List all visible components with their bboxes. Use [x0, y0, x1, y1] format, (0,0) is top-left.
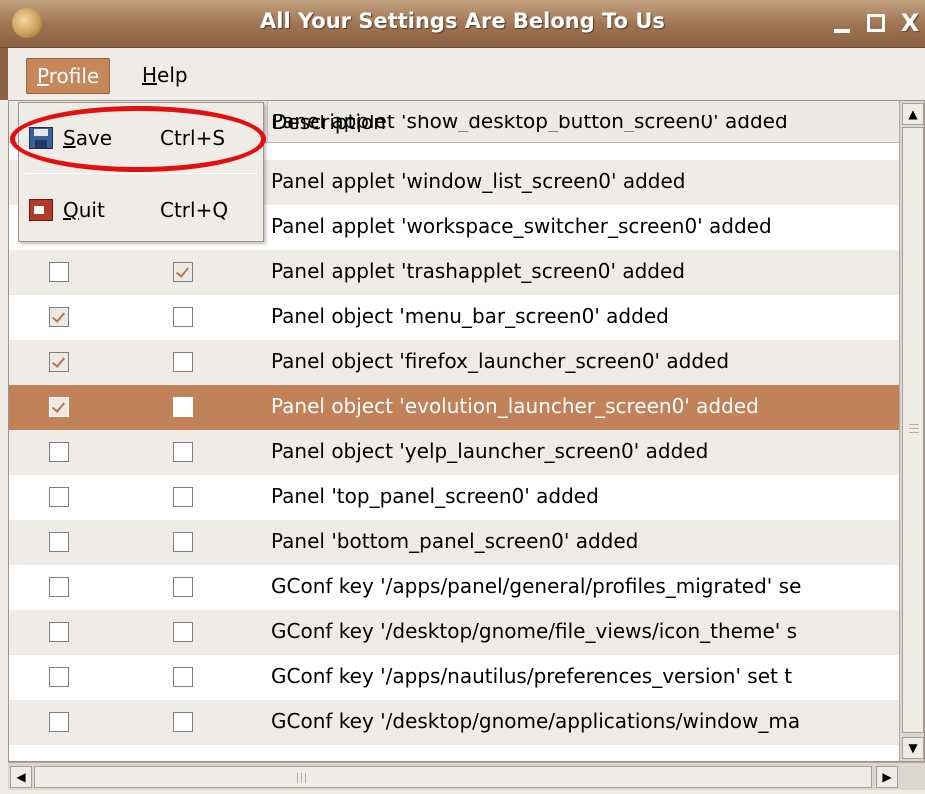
menu-item-quit-label: Quit: [63, 198, 105, 222]
row-checkbox-1[interactable]: [49, 622, 69, 642]
row-checkbox-1[interactable]: [49, 397, 69, 417]
row-checkbox-2[interactable]: [173, 487, 193, 507]
table-row[interactable]: Panel object 'evolution_launcher_screen0…: [9, 385, 899, 430]
menu-help[interactable]: Help: [132, 58, 198, 92]
title-bar[interactable]: All Your Settings Are Belong To Us X: [0, 0, 925, 48]
menu-help-mnemonic: H: [142, 63, 158, 87]
window-title: All Your Settings Are Belong To Us: [260, 9, 665, 33]
row-checkbox-1[interactable]: [49, 487, 69, 507]
minimize-button[interactable]: [830, 10, 854, 36]
grip-line: [301, 773, 302, 783]
row-checkbox-1[interactable]: [49, 442, 69, 462]
vertical-scroll-thumb[interactable]: [902, 127, 924, 733]
grip-line: [909, 424, 919, 425]
table-row[interactable]: Panel applet 'trashapplet_screen0' added: [9, 250, 899, 295]
menu-item-quit-rest: uit: [78, 198, 105, 222]
horizontal-scroll-thumb[interactable]: [34, 766, 872, 788]
row-description: Panel 'top_panel_screen0' added: [271, 484, 599, 508]
menu-help-label: elp: [157, 63, 188, 87]
row-description: GConf key '/apps/panel/general/profiles_…: [271, 574, 802, 598]
row-checkbox-2[interactable]: [173, 262, 193, 282]
scroll-right-button[interactable]: ▶: [876, 766, 898, 788]
grip-line: [909, 428, 919, 429]
row-description: Panel object 'evolution_launcher_screen0…: [271, 394, 759, 418]
row-description: Panel 'bottom_panel_screen0' added: [271, 529, 639, 553]
row-description: Panel object 'firefox_launcher_screen0' …: [271, 349, 730, 373]
row-checkbox-1[interactable]: [49, 307, 69, 327]
table-row[interactable]: Panel 'bottom_panel_screen0' added: [9, 520, 899, 565]
row-checkbox-2[interactable]: [173, 442, 193, 462]
row-checkbox-2[interactable]: [173, 352, 193, 372]
scroll-left-button[interactable]: ◀: [10, 766, 32, 788]
table-row[interactable]: Panel 'top_panel_screen0' added: [9, 475, 899, 520]
table-row[interactable]: GConf key '/desktop/gnome/applications/w…: [9, 700, 899, 745]
row-description: Panel applet 'trashapplet_screen0' added: [271, 259, 685, 283]
grip-line: [909, 432, 919, 433]
row-description: Panel object 'yelp_launcher_screen0' add…: [271, 439, 709, 463]
menu-item-quit-accelerator: Ctrl+Q: [160, 198, 229, 222]
menu-bar: Profile Help: [0, 48, 925, 100]
row-description: Panel applet 'show_desktop_button_screen…: [271, 115, 788, 132]
menu-separator: [25, 173, 257, 174]
maximize-button[interactable]: [864, 10, 888, 36]
row-checkbox-2[interactable]: [173, 532, 193, 552]
table-row[interactable]: Panel object 'firefox_launcher_screen0' …: [9, 340, 899, 385]
row-description: GConf key '/apps/nautilus/preferences_ve…: [271, 664, 793, 688]
grip-line: [305, 773, 306, 783]
row-checkbox-2[interactable]: [173, 622, 193, 642]
row-checkbox-1[interactable]: [49, 712, 69, 732]
row-checkbox-2[interactable]: [173, 712, 193, 732]
row-description: GConf key '/desktop/gnome/file_views/ico…: [271, 619, 798, 643]
row-checkbox-1[interactable]: [49, 262, 69, 282]
maximize-icon: [867, 14, 885, 32]
table-row[interactable]: GConf key '/apps/panel/general/profiles_…: [9, 565, 899, 610]
horizontal-scrollbar[interactable]: ◀ ▶: [8, 762, 925, 790]
menu-item-quit[interactable]: Quit Ctrl+Q: [19, 189, 263, 233]
minimize-icon: [834, 29, 850, 33]
row-checkbox-2[interactable]: [173, 667, 193, 687]
row-description: Panel object 'menu_bar_screen0' added: [271, 304, 669, 328]
menu-profile-mnemonic: P: [37, 64, 49, 88]
highlight-ellipse: [10, 106, 266, 172]
row-checkbox-2[interactable]: [173, 307, 193, 327]
row-checkbox-2[interactable]: [173, 397, 193, 417]
menu-profile[interactable]: Profile: [26, 58, 111, 94]
table-row[interactable]: GConf key '/desktop/gnome/file_views/ico…: [9, 610, 899, 655]
quit-icon: [29, 199, 53, 221]
close-button[interactable]: X: [898, 10, 922, 36]
row-description: Panel applet 'window_list_screen0' added: [271, 169, 686, 193]
scroll-up-button[interactable]: ▲: [902, 103, 924, 125]
row-checkbox-1[interactable]: [49, 532, 69, 552]
scroll-down-button[interactable]: ▼: [902, 737, 924, 759]
row-checkbox-1[interactable]: [49, 667, 69, 687]
row-description: Panel applet 'workspace_switcher_screen0…: [271, 214, 772, 238]
row-checkbox-1[interactable]: [49, 577, 69, 597]
row-checkbox-1[interactable]: [49, 352, 69, 372]
grip-line: [297, 773, 298, 783]
row-checkbox-2[interactable]: [173, 577, 193, 597]
table-row[interactable]: GConf key '/apps/nautilus/preferences_ve…: [9, 655, 899, 700]
table-row[interactable]: Panel object 'yelp_launcher_screen0' add…: [9, 430, 899, 475]
row-description: GConf key '/desktop/gnome/applications/w…: [271, 709, 801, 733]
menu-profile-label: rofile: [48, 64, 100, 88]
table-row[interactable]: Panel object 'menu_bar_screen0' added: [9, 295, 899, 340]
menu-item-quit-mnemonic: Q: [63, 198, 79, 222]
vertical-scrollbar[interactable]: ▲ ▼: [899, 101, 924, 761]
